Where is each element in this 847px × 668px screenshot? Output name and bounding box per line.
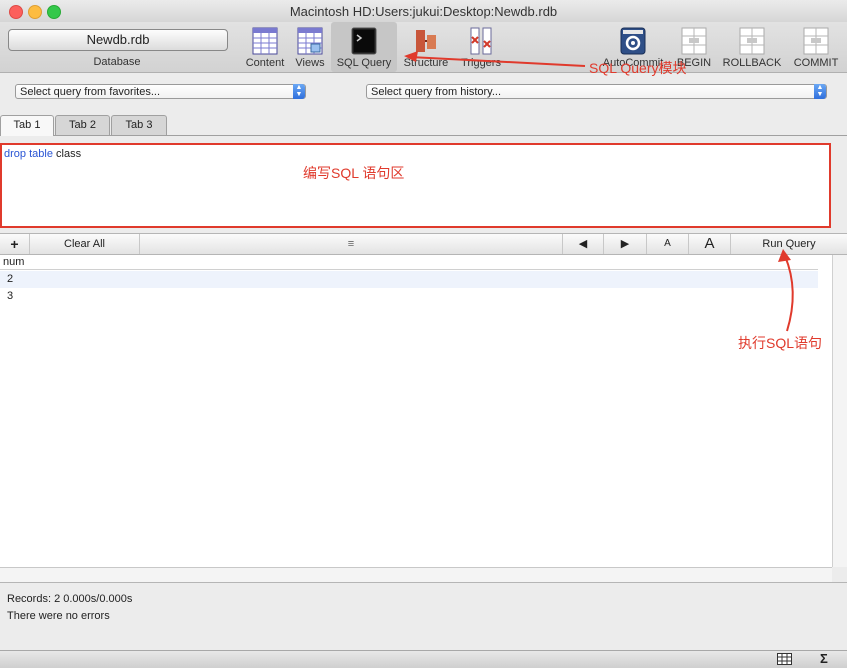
annotation-run-sql: 执行SQL语句: [738, 335, 823, 351]
annotation-sql-module: SQL Query模块: [589, 60, 687, 76]
annotation-arrows: [404, 51, 794, 332]
